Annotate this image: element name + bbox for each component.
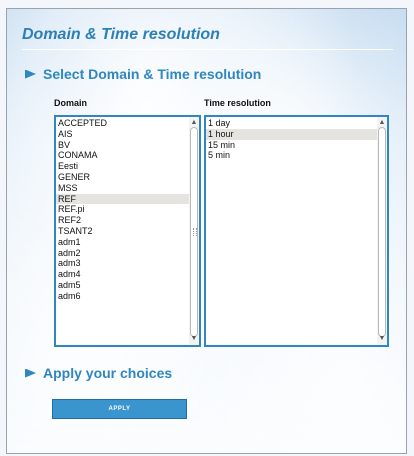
apply-button[interactable]: APPLY <box>52 399 187 419</box>
domain-option[interactable]: REF.pi <box>56 204 199 215</box>
time-scroll-thumb[interactable] <box>378 127 386 337</box>
section-apply-heading: Apply your choices <box>25 365 172 381</box>
section-select-label: Select Domain & Time resolution <box>43 66 262 82</box>
time-resolution-listbox[interactable]: 1 day 1 hour 15 min 5 min ▲ ▼ <box>204 115 389 347</box>
time-resolution-option[interactable]: 15 min <box>206 140 387 151</box>
domain-option[interactable]: REF <box>56 193 199 205</box>
domain-option[interactable]: GENER <box>56 172 199 183</box>
bullet-arrow-icon <box>25 69 36 79</box>
domain-scrollbar[interactable]: ▲ ▼ <box>189 117 199 345</box>
domain-option[interactable]: REF2 <box>56 215 199 226</box>
domain-option[interactable]: adm4 <box>56 269 199 280</box>
time-resolution-label: Time resolution <box>204 98 271 108</box>
domain-option[interactable]: AIS <box>56 129 199 140</box>
time-resolution-option[interactable]: 1 hour <box>206 128 387 140</box>
domain-option[interactable]: TSANT2 <box>56 226 199 237</box>
grip-icon <box>193 228 197 236</box>
arrow-down-icon[interactable]: ▼ <box>378 335 386 343</box>
time-scrollbar[interactable]: ▲ ▼ <box>377 117 387 345</box>
bullet-arrow-icon <box>25 368 36 378</box>
arrow-up-icon[interactable]: ▲ <box>378 119 386 127</box>
domain-option[interactable]: adm6 <box>56 291 199 302</box>
domain-option[interactable]: CONAMA <box>56 150 199 161</box>
arrow-down-icon[interactable]: ▼ <box>190 335 198 343</box>
domain-option[interactable]: adm1 <box>56 237 199 248</box>
domain-scroll-thumb[interactable] <box>190 127 198 337</box>
domain-list: ACCEPTED AIS BV CONAMA Eesti GENER MSS REF REF.p… <box>56 117 199 302</box>
section-apply-label: Apply your choices <box>43 365 173 381</box>
domain-option[interactable]: MSS <box>56 183 199 194</box>
domain-listbox[interactable]: ACCEPTED AIS BV CONAMA Eesti GENER MSS REF REF.p… <box>54 115 201 347</box>
domain-option[interactable]: Eesti <box>56 161 199 172</box>
domain-label: Domain <box>54 98 88 108</box>
arrow-up-icon[interactable]: ▲ <box>190 119 198 127</box>
domain-option[interactable]: adm5 <box>56 280 199 291</box>
section-select-heading: Select Domain & Time resolution <box>25 66 261 82</box>
time-resolution-list: 1 day 1 hour 15 min 5 min <box>206 117 387 161</box>
domain-option[interactable]: BV <box>56 140 199 151</box>
page-title: Domain & Time resolution <box>22 26 220 43</box>
time-resolution-option[interactable]: 5 min <box>206 150 387 161</box>
time-resolution-option[interactable]: 1 day <box>206 118 387 129</box>
domain-option[interactable]: adm3 <box>56 258 199 269</box>
domain-option[interactable]: ACCEPTED <box>56 118 199 129</box>
title-divider <box>22 49 393 50</box>
domain-option[interactable]: adm2 <box>56 248 199 259</box>
panel: Domain & Time resolution Select Domain &… <box>6 8 407 454</box>
